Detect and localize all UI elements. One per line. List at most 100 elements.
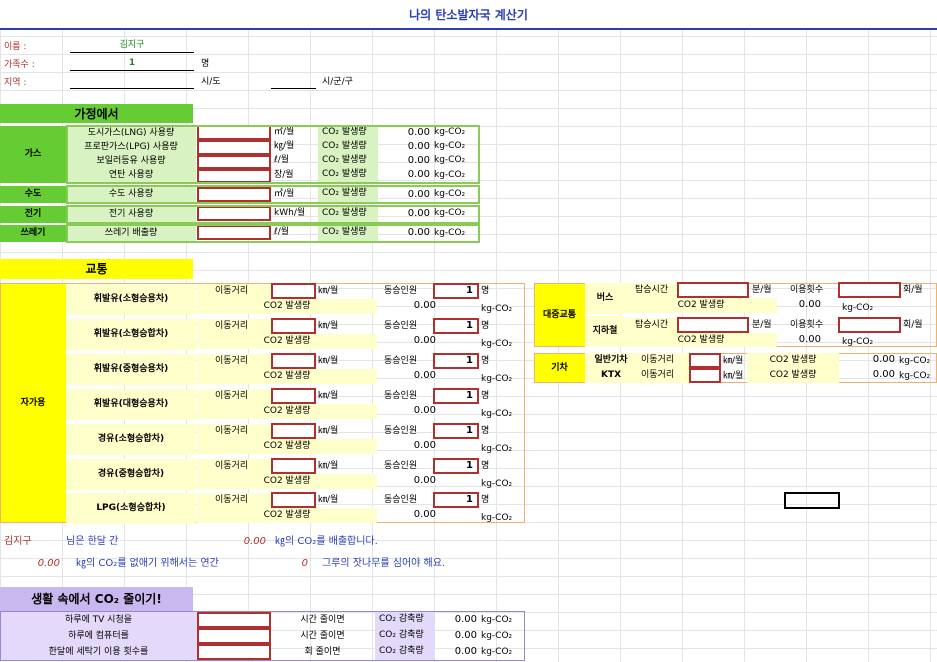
reduce-group-border <box>0 611 525 661</box>
passengers-input[interactable]: 1 <box>433 388 479 404</box>
car-value-unit: kg-CO₂ <box>481 479 513 489</box>
car-value: 0.00 <box>413 509 436 520</box>
car-value: 0.00 <box>413 300 436 311</box>
car-row-label: 휘발유(대형승용차) <box>93 399 169 409</box>
passengers-input[interactable]: 1 <box>433 458 479 474</box>
bus-count-input[interactable] <box>838 282 901 298</box>
summary-line1-value: 0.00 <box>243 536 266 547</box>
distance-label: 이동거리 <box>197 389 271 404</box>
subway-time-input[interactable] <box>677 317 749 333</box>
passengers-input[interactable]: 1 <box>433 283 479 299</box>
ktx-distance-input[interactable] <box>689 368 721 383</box>
transport-section-title: 교통 <box>85 262 108 276</box>
passengers-unit: 명 <box>481 356 490 366</box>
car-value-unit: kg-CO₂ <box>481 513 513 523</box>
car-row-label: LPG(소형승합차) <box>96 503 166 513</box>
region-sigungu-field[interactable] <box>271 88 316 89</box>
car-row-label: 휘발유(소형승합차) <box>93 329 169 339</box>
public-row-label: 버스 <box>596 293 614 303</box>
co2-label: CO2 발생량 <box>263 371 311 381</box>
passengers-label: 동승인원 <box>384 495 418 505</box>
car-distance-input[interactable] <box>271 423 316 439</box>
summary-name: 김지구 <box>4 536 32 547</box>
passengers-input[interactable]: 1 <box>433 318 479 334</box>
car-value-unit: kg-CO₂ <box>481 374 513 384</box>
time-unit: 분/월 <box>752 320 772 330</box>
distance-unit: ㎞/월 <box>318 356 339 366</box>
passengers-label: 동승인원 <box>384 426 418 436</box>
distance-unit: ㎞/월 <box>318 286 339 296</box>
co2-label: CO2 발생량 <box>263 476 311 486</box>
train-row-label: 일반기차 <box>594 355 628 365</box>
passengers-unit: 명 <box>481 286 490 296</box>
subway-count-input[interactable] <box>838 317 901 333</box>
water-group-border <box>66 185 480 204</box>
region-sido-field[interactable] <box>70 88 194 89</box>
summary-line1-a: 님은 한달 간 <box>66 536 119 547</box>
car-value: 0.00 <box>413 370 436 381</box>
passengers-label: 동승인원 <box>384 321 418 331</box>
public-value: 0.00 <box>798 334 821 345</box>
name-value[interactable]: 김지구 <box>70 41 194 50</box>
passengers-input[interactable]: 1 <box>433 353 479 369</box>
car-distance-input[interactable] <box>271 283 316 299</box>
family-value[interactable]: 1 <box>70 59 194 68</box>
car-value-unit: kg-CO₂ <box>481 444 513 454</box>
distance-unit: ㎞/월 <box>318 461 339 471</box>
region-label: 지역 : <box>4 78 27 88</box>
car-value-unit: kg-CO₂ <box>481 339 513 349</box>
count-label: 이용횟수 <box>790 320 824 330</box>
car-value-unit: kg-CO₂ <box>481 409 513 419</box>
car-distance-input[interactable] <box>271 388 316 404</box>
passengers-unit: 명 <box>481 461 490 471</box>
train-value: 0.00 <box>872 369 895 380</box>
family-label: 가족수 : <box>4 60 35 70</box>
electric-group-border <box>66 205 480 224</box>
distance-unit: ㎞/월 <box>318 321 339 331</box>
public-row-label: 지하철 <box>592 326 618 336</box>
selected-cell[interactable] <box>784 492 840 509</box>
passengers-unit: 명 <box>481 321 490 331</box>
transport-section-header: 교통 <box>0 259 193 279</box>
time-label: 탑승시간 <box>625 318 677 333</box>
distance-label: 이동거리 <box>197 424 271 439</box>
car-distance-input[interactable] <box>271 318 316 334</box>
category-water: 수도 <box>0 186 66 203</box>
car-distance-input[interactable] <box>271 353 316 369</box>
distance-label: 이동거리 <box>197 319 271 334</box>
distance-unit: ㎞/월 <box>723 371 744 381</box>
co2-label: CO2 발생량 <box>677 300 725 310</box>
summary-line2-value: 0.00 <box>37 558 60 569</box>
name-label: 이름 : <box>4 42 27 52</box>
category-trash: 쓰레기 <box>0 225 66 242</box>
region-sido-label: 시/도 <box>201 77 221 87</box>
train-value-unit: kg-CO₂ <box>899 356 931 366</box>
passengers-input[interactable]: 1 <box>433 492 479 508</box>
reduce-section-header: 생활 속에서 CO₂ 줄이기! <box>0 587 193 611</box>
region-sigungu-label: 시/군/구 <box>322 77 353 87</box>
distance-label: 이동거리 <box>197 284 271 299</box>
distance-unit: ㎞/월 <box>723 356 744 366</box>
count-label: 이용횟수 <box>790 285 824 295</box>
passengers-unit: 명 <box>481 495 490 505</box>
car-distance-input[interactable] <box>271 458 316 474</box>
distance-label: 이동거리 <box>637 353 689 368</box>
co2-label: CO2 발생량 <box>263 406 311 416</box>
passengers-unit: 명 <box>481 391 490 401</box>
time-label: 탑승시간 <box>625 283 677 298</box>
family-underline <box>70 70 194 71</box>
passengers-unit: 명 <box>481 426 490 436</box>
bus-time-input[interactable] <box>677 282 749 298</box>
reduce-section-title: 생활 속에서 CO₂ 줄이기! <box>31 592 162 606</box>
public-value: 0.00 <box>798 299 821 310</box>
car-distance-input[interactable] <box>271 492 316 508</box>
distance-unit: ㎞/월 <box>318 495 339 505</box>
train-distance-input[interactable] <box>689 353 721 368</box>
distance-label: 이동거리 <box>197 459 271 474</box>
co2-label: CO2 발생량 <box>263 441 311 451</box>
category-electric: 전기 <box>0 206 66 223</box>
car-value: 0.00 <box>413 405 436 416</box>
passengers-input[interactable]: 1 <box>433 423 479 439</box>
car-row-label: 휘발유(중형승용차) <box>93 364 169 374</box>
passengers-label: 동승인원 <box>384 461 418 471</box>
